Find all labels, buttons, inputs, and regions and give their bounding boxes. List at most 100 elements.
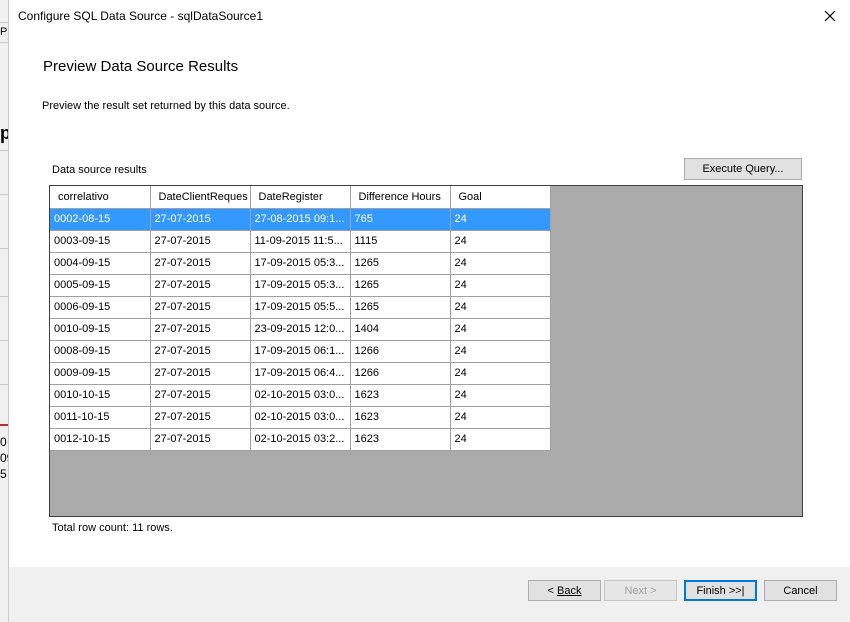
background-text: Pr [0, 26, 8, 38]
close-button[interactable] [810, 0, 850, 32]
background-text: 0 [0, 435, 7, 449]
table-cell[interactable]: 765 [350, 208, 451, 231]
background-app [0, 0, 8, 622]
table-cell[interactable]: 17-09-2015 05:5... [250, 296, 351, 319]
table-cell[interactable]: 24 [450, 230, 551, 253]
table-row[interactable]: 0002-08-15 27-07-2015 27-08-2015 09:1... 76… [50, 208, 551, 231]
table-row[interactable]: 0006-09-15 27-07-2015 17-09-2015 05:5... 12… [50, 296, 551, 319]
table-row[interactable]: 0010-09-15 27-07-2015 23-09-2015 12:0... 14… [50, 318, 551, 341]
table-cell[interactable]: 24 [450, 362, 551, 385]
table-cell[interactable]: 02-10-2015 03:0... [250, 384, 351, 407]
table-cell[interactable]: 27-07-2015 [150, 296, 251, 319]
next-button[interactable]: Next > [604, 580, 677, 601]
close-icon [824, 10, 836, 22]
table-cell[interactable]: 0008-09-15 [50, 340, 151, 363]
table-cell[interactable]: 1115 [350, 230, 451, 253]
background-divider [0, 340, 8, 341]
background-divider [0, 42, 8, 43]
table-cell[interactable]: 0010-10-15 [50, 384, 151, 407]
table-cell[interactable]: 17-09-2015 05:3... [250, 252, 351, 275]
table-cell[interactable]: 24 [450, 340, 551, 363]
table-cell[interactable]: 0003-09-15 [50, 230, 151, 253]
table-cell[interactable]: 1266 [350, 340, 451, 363]
table-cell[interactable]: 1265 [350, 296, 451, 319]
background-text: 09 [0, 451, 8, 465]
table-cell[interactable]: 0006-09-15 [50, 296, 151, 319]
table-row[interactable]: 0009-09-15 27-07-2015 17-09-2015 06:4... 12… [50, 362, 551, 385]
results-grid[interactable]: correlativo DateClientReques DateRegiste… [49, 185, 803, 517]
table-cell[interactable]: 0005-09-15 [50, 274, 151, 297]
finish-button[interactable]: Finish >>| [684, 580, 757, 601]
table-cell[interactable]: 1623 [350, 384, 451, 407]
background-text: p [0, 123, 8, 143]
back-label: Back [557, 584, 582, 597]
table-cell[interactable]: 27-07-2015 [150, 362, 251, 385]
table-cell[interactable]: 02-10-2015 03:2... [250, 428, 351, 451]
table-cell[interactable]: 17-09-2015 05:3... [250, 274, 351, 297]
table-cell[interactable]: 17-09-2015 06:4... [250, 362, 351, 385]
table-cell[interactable]: 23-09-2015 12:0... [250, 318, 351, 341]
table-cell[interactable]: 0010-09-15 [50, 318, 151, 341]
table-cell[interactable]: 24 [450, 428, 551, 451]
table-row[interactable]: 0010-10-15 27-07-2015 02-10-2015 03:0... 16… [50, 384, 551, 407]
table-cell[interactable]: 27-08-2015 09:1... [250, 208, 351, 231]
table-cell[interactable]: 17-09-2015 06:1... [250, 340, 351, 363]
table-cell[interactable]: 0002-08-15 [50, 208, 151, 231]
page-subtitle: Preview the result set returned by this … [42, 100, 290, 112]
back-prefix: < [547, 584, 557, 597]
back-button[interactable]: < Back [528, 580, 601, 601]
table-row[interactable]: 0005-09-15 27-07-2015 17-09-2015 05:3... 12… [50, 274, 551, 297]
background-text: 5 [0, 467, 7, 481]
results-table: correlativo DateClientReques DateRegiste… [50, 186, 551, 451]
table-cell[interactable]: 1623 [350, 406, 451, 429]
table-row[interactable]: 0004-09-15 27-07-2015 17-09-2015 05:3... 12… [50, 252, 551, 275]
table-cell[interactable]: 1623 [350, 428, 451, 451]
table-row[interactable]: 0012-10-15 27-07-2015 02-10-2015 03:2... 16… [50, 428, 551, 451]
background-divider [0, 424, 8, 426]
table-cell[interactable]: 24 [450, 406, 551, 429]
table-row[interactable]: 0011-10-15 27-07-2015 02-10-2015 03:0... 16… [50, 406, 551, 429]
table-cell[interactable]: 27-07-2015 [150, 406, 251, 429]
table-cell[interactable]: 0011-10-15 [50, 406, 151, 429]
table-cell[interactable]: 0004-09-15 [50, 252, 151, 275]
table-cell[interactable]: 27-07-2015 [150, 340, 251, 363]
table-cell[interactable]: 27-07-2015 [150, 318, 251, 341]
table-cell[interactable]: 0012-10-15 [50, 428, 151, 451]
table-cell[interactable]: 11-09-2015 11:5... [250, 230, 351, 253]
execute-query-button[interactable]: Execute Query... [684, 158, 802, 180]
window-title: Configure SQL Data Source - sqlDataSourc… [18, 9, 264, 23]
table-cell[interactable]: 1265 [350, 274, 451, 297]
configure-data-source-dialog: Configure SQL Data Source - sqlDataSourc… [8, 0, 850, 622]
page-heading: Preview Data Source Results [43, 58, 239, 75]
column-header[interactable]: Difference Hours [350, 186, 451, 209]
table-cell[interactable]: 27-07-2015 [150, 252, 251, 275]
table-cell[interactable]: 24 [450, 252, 551, 275]
column-header[interactable]: DateClientReques [150, 186, 251, 209]
column-header[interactable]: DateRegister [250, 186, 351, 209]
row-count-text: Total row count: 11 rows. [52, 522, 173, 534]
cancel-button[interactable]: Cancel [764, 580, 837, 601]
table-cell[interactable]: 24 [450, 208, 551, 231]
background-divider [0, 22, 8, 23]
table-cell[interactable]: 1404 [350, 318, 451, 341]
table-cell[interactable]: 27-07-2015 [150, 208, 251, 231]
column-header[interactable]: Goal [450, 186, 551, 209]
table-row[interactable]: 0008-09-15 27-07-2015 17-09-2015 06:1... 12… [50, 340, 551, 363]
table-cell[interactable]: 02-10-2015 03:0... [250, 406, 351, 429]
table-cell[interactable]: 24 [450, 384, 551, 407]
table-cell[interactable]: 27-07-2015 [150, 274, 251, 297]
table-cell[interactable]: 24 [450, 296, 551, 319]
table-cell[interactable]: 24 [450, 318, 551, 341]
table-cell[interactable]: 0009-09-15 [50, 362, 151, 385]
table-cell[interactable]: 27-07-2015 [150, 384, 251, 407]
table-cell[interactable]: 1265 [350, 252, 451, 275]
table-row[interactable]: 0003-09-15 27-07-2015 11-09-2015 11:5... 11… [50, 230, 551, 253]
header-row: correlativo DateClientReques DateRegiste… [50, 186, 551, 209]
background-divider [0, 150, 8, 151]
table-cell[interactable]: 24 [450, 274, 551, 297]
table-cell[interactable]: 1266 [350, 362, 451, 385]
table-cell[interactable]: 27-07-2015 [150, 428, 251, 451]
column-header[interactable]: correlativo [50, 186, 151, 209]
table-cell[interactable]: 27-07-2015 [150, 230, 251, 253]
background-divider [0, 194, 8, 195]
